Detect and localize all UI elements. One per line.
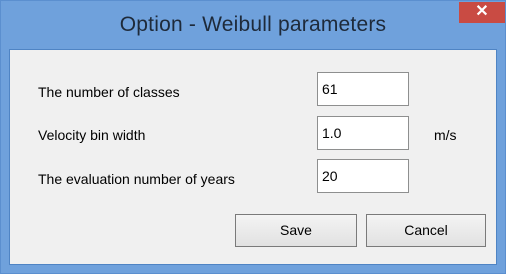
years-input[interactable]: [317, 159, 409, 193]
bin-width-label: Velocity bin width: [38, 127, 146, 143]
close-icon: ✕: [475, 3, 489, 20]
classes-label: The number of classes: [38, 84, 180, 100]
save-button[interactable]: Save: [235, 214, 357, 247]
close-button[interactable]: ✕: [459, 2, 505, 23]
classes-input[interactable]: [317, 72, 409, 106]
bin-width-unit: m/s: [434, 127, 457, 143]
window-title: Option - Weibull parameters: [119, 13, 387, 36]
dialog-window: Option - Weibull parameters ✕ The number…: [0, 0, 506, 274]
years-label: The evaluation number of years: [38, 171, 235, 187]
cancel-button[interactable]: Cancel: [366, 214, 486, 247]
bin-width-input[interactable]: [317, 116, 409, 150]
dialog-body: The number of classes Velocity bin width…: [9, 49, 497, 265]
title-bar[interactable]: Option - Weibull parameters ✕: [1, 1, 505, 49]
